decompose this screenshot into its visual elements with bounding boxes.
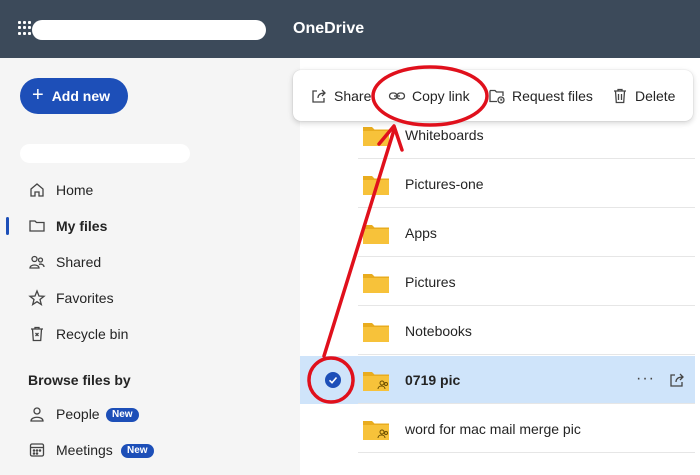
star-icon (28, 289, 46, 306)
file-name[interactable]: Apps (405, 225, 437, 241)
redacted-user-name (20, 144, 190, 163)
folder-icon (363, 176, 389, 195)
file-row[interactable]: Apps (358, 209, 695, 257)
checkmark-icon (328, 376, 338, 384)
folder-icon (363, 274, 389, 293)
plus-icon: + (32, 84, 44, 106)
delete-label: Delete (635, 88, 676, 104)
sidebar-item-people[interactable]: People New (0, 401, 300, 427)
folder-icon (363, 323, 389, 342)
home-icon (30, 183, 44, 197)
share-icon[interactable] (668, 371, 686, 389)
file-row[interactable]: word for mac mail merge pic (358, 405, 695, 453)
folder-icon (363, 225, 389, 244)
new-badge: New (106, 408, 139, 422)
sidebar-item-home[interactable]: Home (0, 177, 300, 203)
share-label: Share (334, 88, 372, 104)
app-launcher-icon[interactable] (18, 21, 32, 35)
trash-icon (614, 88, 626, 104)
shared-folder-icon (363, 372, 389, 391)
file-name[interactable]: 0719 pic (405, 372, 460, 388)
sidebar-item-shared[interactable]: Shared (0, 249, 300, 275)
browse-files-heading: Browse files by (28, 372, 131, 388)
file-row[interactable]: 0719 pic ··· (358, 356, 695, 404)
row-checkbox-checked[interactable] (325, 372, 341, 388)
folder-request-icon (489, 89, 505, 104)
share-icon (312, 89, 326, 103)
sidebar-item-label: Shared (56, 254, 102, 270)
request-files-button[interactable]: Request files (488, 86, 593, 106)
share-button[interactable]: Share (310, 86, 371, 106)
file-row[interactable]: Notebooks (358, 307, 695, 355)
sidebar-item-meetings[interactable]: Meetings New (0, 437, 300, 463)
sidebar-item-label: People (56, 406, 100, 422)
folder-icon (29, 220, 45, 232)
sidebar-item-favorites[interactable]: Favorites (0, 285, 300, 311)
file-row[interactable]: Pictures (358, 258, 695, 306)
file-name[interactable]: Whiteboards (405, 127, 484, 143)
link-icon (388, 92, 406, 100)
request-files-label: Request files (512, 88, 593, 104)
calendar-icon (29, 443, 45, 457)
add-new-label: Add new (51, 88, 111, 104)
top-bar: OneDrive (0, 0, 700, 58)
add-new-button[interactable]: + Add new (20, 78, 128, 114)
redacted-org-name (32, 20, 266, 40)
active-indicator (6, 217, 9, 235)
delete-button[interactable]: Delete (611, 86, 675, 106)
file-name[interactable]: Pictures-one (405, 176, 484, 192)
file-name[interactable]: word for mac mail merge pic (405, 421, 581, 437)
file-name[interactable]: Pictures (405, 274, 456, 290)
command-bar: Share Copy link Request files Delete (293, 70, 693, 121)
new-badge: New (121, 444, 154, 458)
more-options-icon[interactable]: ··· (636, 370, 655, 388)
file-row[interactable]: Pictures-one (358, 160, 695, 208)
sidebar-item-label: Favorites (56, 290, 114, 306)
trash-icon (31, 326, 43, 342)
copy-link-label: Copy link (412, 88, 470, 104)
sidebar-item-label: Meetings (56, 442, 113, 458)
app-title: OneDrive (293, 20, 365, 37)
sidebar-item-label: Home (56, 182, 94, 198)
file-name[interactable]: Notebooks (405, 323, 472, 339)
sidebar-item-recycle-bin[interactable]: Recycle bin (0, 321, 300, 347)
people-icon (29, 255, 45, 269)
person-icon (30, 407, 44, 422)
folder-icon (363, 127, 389, 146)
sidebar-item-label: My files (56, 218, 108, 234)
copy-link-button[interactable]: Copy link (388, 86, 470, 106)
sidebar-item-label: Recycle bin (56, 326, 129, 342)
sidebar-item-my-files[interactable]: My files (0, 213, 300, 239)
shared-folder-icon (363, 421, 389, 440)
sidebar: + Add new Home My files Shared Favorites… (0, 58, 300, 475)
